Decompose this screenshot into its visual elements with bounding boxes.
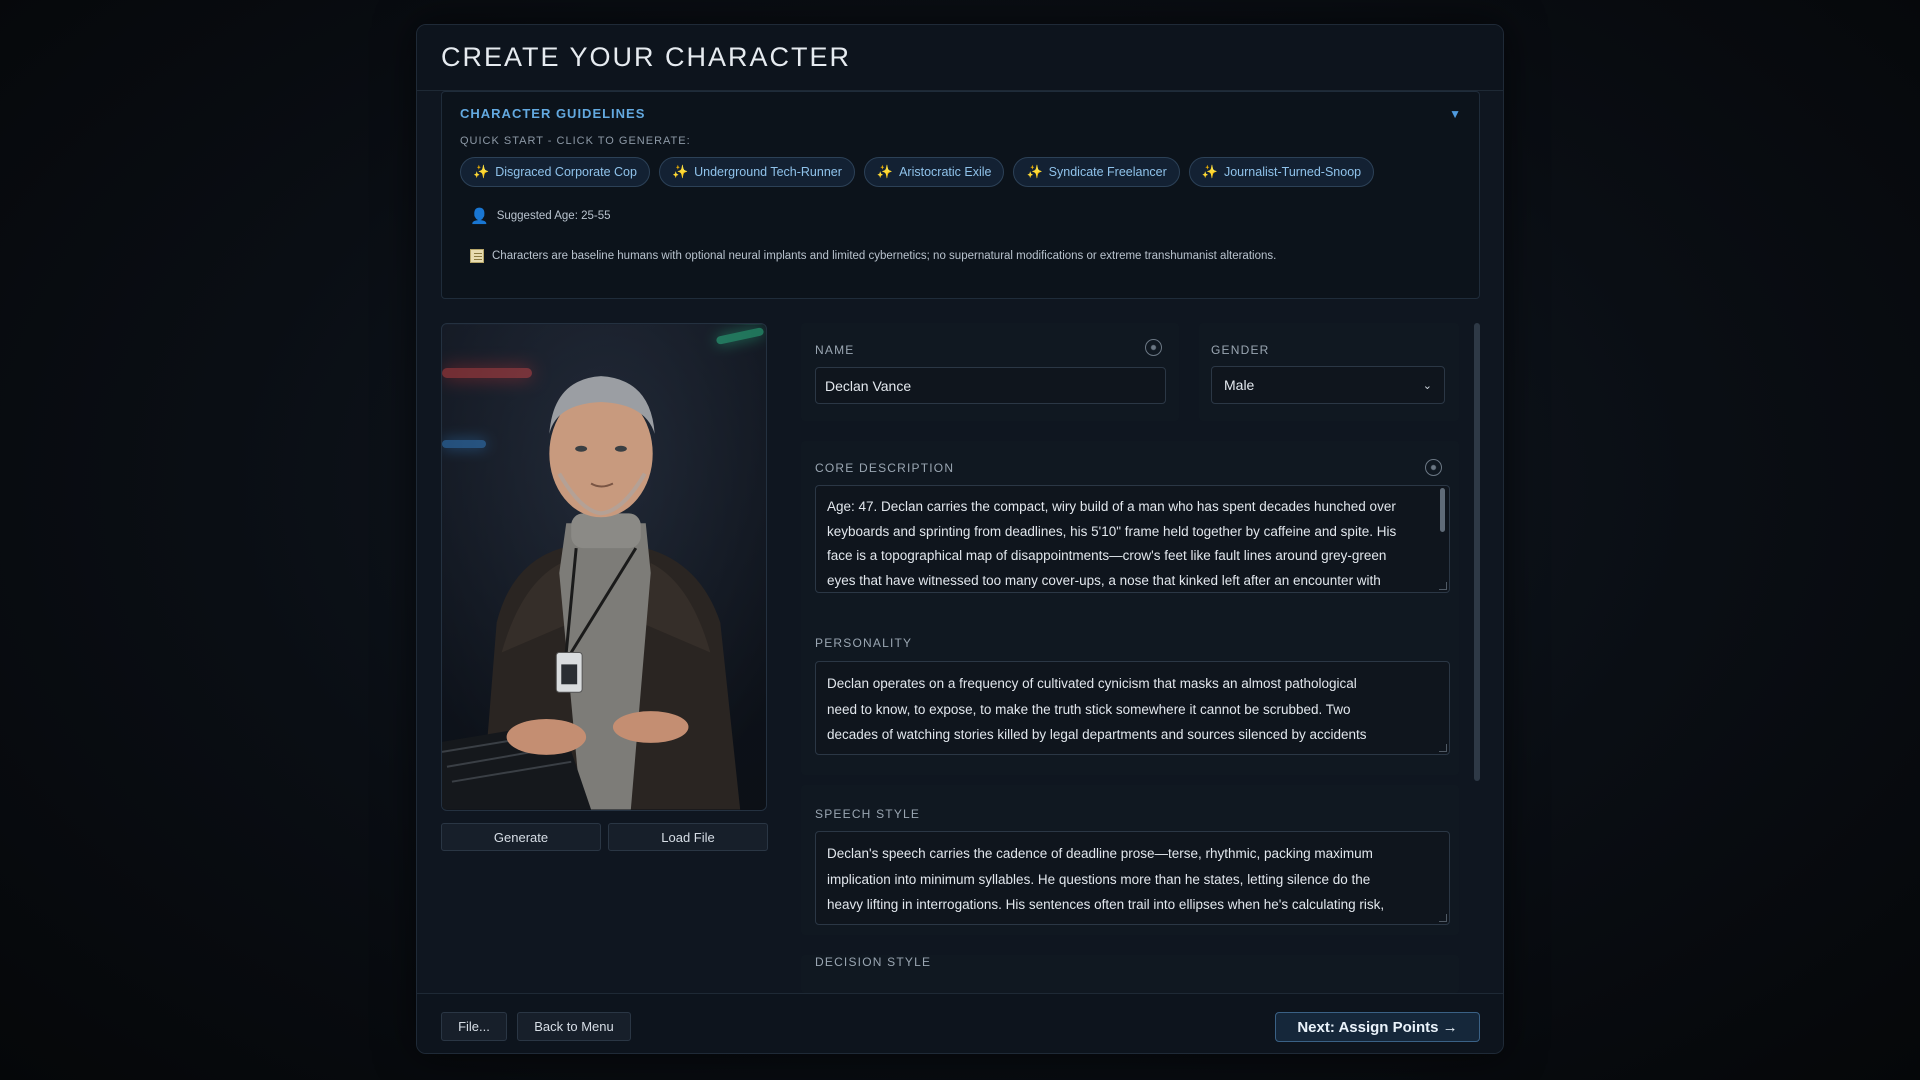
chevron-down-icon: ⌄: [1422, 379, 1432, 392]
gender-selected-value: Male: [1224, 377, 1255, 393]
guideline-note-row: Characters are baseline humans with opti…: [470, 249, 1461, 263]
load-file-button[interactable]: Load File: [608, 823, 768, 851]
sparkles-icon: ✨: [671, 164, 689, 179]
ai-generate-icon[interactable]: [1145, 339, 1162, 356]
core-description-label: CORE DESCRIPTION: [815, 461, 955, 475]
chip-underground-tech-runner[interactable]: ✨ Underground Tech-Runner: [658, 157, 855, 187]
chip-label: Syndicate Freelancer: [1048, 165, 1167, 179]
suggested-age-row: 👤 Suggested Age: 25-55: [470, 207, 1461, 225]
core-line: keyboards and sprinting from deadlines, …: [827, 523, 1397, 539]
chip-aristocratic-exile[interactable]: ✨ Aristocratic Exile: [863, 157, 1005, 187]
name-field-box: NAME: [801, 323, 1179, 421]
gender-label: GENDER: [1211, 343, 1270, 357]
chip-label: Journalist-Turned-Snoop: [1223, 165, 1362, 179]
decision-field-box: DECISION STYLE: [801, 955, 1459, 993]
personality-line: decades of watching stories killed by le…: [827, 727, 1367, 742]
quick-start-chips: ✨ Disgraced Corporate Cop ✨ Underground …: [460, 157, 1461, 187]
file-button[interactable]: File...: [441, 1012, 507, 1041]
memo-icon: [470, 249, 484, 263]
core-line: face is a topographical map of disappoin…: [827, 548, 1387, 563]
chip-syndicate-freelancer[interactable]: ✨ Syndicate Freelancer: [1013, 157, 1180, 187]
character-creation-panel: CREATE YOUR CHARACTER CHARACTER GUIDELIN…: [416, 24, 1504, 1054]
personality-line: Declan operates on a frequency of cultiv…: [827, 676, 1357, 691]
personality-textarea[interactable]: Declan operates on a frequency of cultiv…: [815, 661, 1450, 755]
resize-handle[interactable]: [1439, 582, 1447, 590]
sparkles-icon: ✨: [876, 164, 894, 179]
speech-line: heavy lifting in interrogations. His sen…: [827, 897, 1385, 912]
chip-label: Aristocratic Exile: [899, 165, 992, 179]
generate-portrait-button[interactable]: Generate: [441, 823, 601, 851]
sparkles-icon: ✨: [473, 164, 490, 179]
description-field-box: CORE DESCRIPTION Age: 47. Declan carries…: [801, 441, 1459, 775]
collapse-toggle-icon[interactable]: ▼: [1449, 107, 1461, 121]
resize-handle[interactable]: [1439, 914, 1447, 922]
resize-handle[interactable]: [1439, 744, 1447, 752]
footer-bar: File... Back to Menu Next: Assign Points…: [417, 993, 1503, 1053]
form-scrollbar[interactable]: [1474, 323, 1480, 781]
core-line: Age: 47. Declan carries the compact, wir…: [827, 499, 1396, 514]
speech-style-label: SPEECH STYLE: [815, 807, 921, 821]
name-label: NAME: [815, 343, 855, 357]
back-to-menu-button[interactable]: Back to Menu: [517, 1012, 631, 1041]
next-assign-points-button[interactable]: Next: Assign Points →: [1275, 1012, 1480, 1042]
guidelines-title: CHARACTER GUIDELINES: [460, 106, 646, 121]
character-portrait: [441, 323, 767, 811]
personality-label: PERSONALITY: [815, 636, 913, 650]
page-title: CREATE YOUR CHARACTER: [441, 42, 852, 72]
speech-style-textarea[interactable]: Declan's speech carries the cadence of d…: [815, 831, 1450, 925]
speech-line: Declan's speech carries the cadence of d…: [827, 846, 1373, 861]
core-line: eyes that have witnessed too many cover-…: [827, 572, 1381, 588]
guideline-note-text: Characters are baseline humans with opti…: [492, 250, 1277, 262]
gender-field-box: GENDER Male ⌄: [1199, 323, 1459, 421]
core-description-textarea[interactable]: Age: 47. Declan carries the compact, wir…: [815, 485, 1450, 593]
personality-line: need to know, to expose, to make the tru…: [827, 701, 1351, 717]
ai-generate-icon[interactable]: [1425, 459, 1442, 476]
decision-style-label: DECISION STYLE: [815, 955, 932, 969]
person-icon: 👤: [470, 208, 489, 225]
character-guidelines-section: CHARACTER GUIDELINES ▼ QUICK START - CLI…: [441, 91, 1480, 299]
suggested-age-text: Suggested Age: 25-55: [496, 210, 611, 222]
quick-start-label: QUICK START - CLICK TO GENERATE:: [460, 135, 691, 147]
portrait-figure: [442, 324, 766, 810]
gender-select[interactable]: Male ⌄: [1211, 366, 1445, 404]
chip-journalist-turned-snoop[interactable]: ✨ Journalist-Turned-Snoop: [1188, 157, 1375, 187]
sparkles-icon: ✨: [1201, 164, 1218, 179]
chip-label: Underground Tech-Runner: [694, 165, 842, 179]
chip-disgraced-corporate-cop[interactable]: ✨ Disgraced Corporate Cop: [460, 157, 650, 187]
name-input[interactable]: [815, 367, 1166, 404]
panel-header: CREATE YOUR CHARACTER: [417, 25, 1503, 91]
chip-label: Disgraced Corporate Cop: [495, 165, 637, 179]
textarea-scrollbar[interactable]: [1440, 488, 1445, 532]
speech-field-box: SPEECH STYLE Declan's speech carries the…: [801, 785, 1459, 935]
speech-line: implication into minimum syllables. He q…: [827, 871, 1371, 887]
sparkles-icon: ✨: [1026, 164, 1043, 179]
